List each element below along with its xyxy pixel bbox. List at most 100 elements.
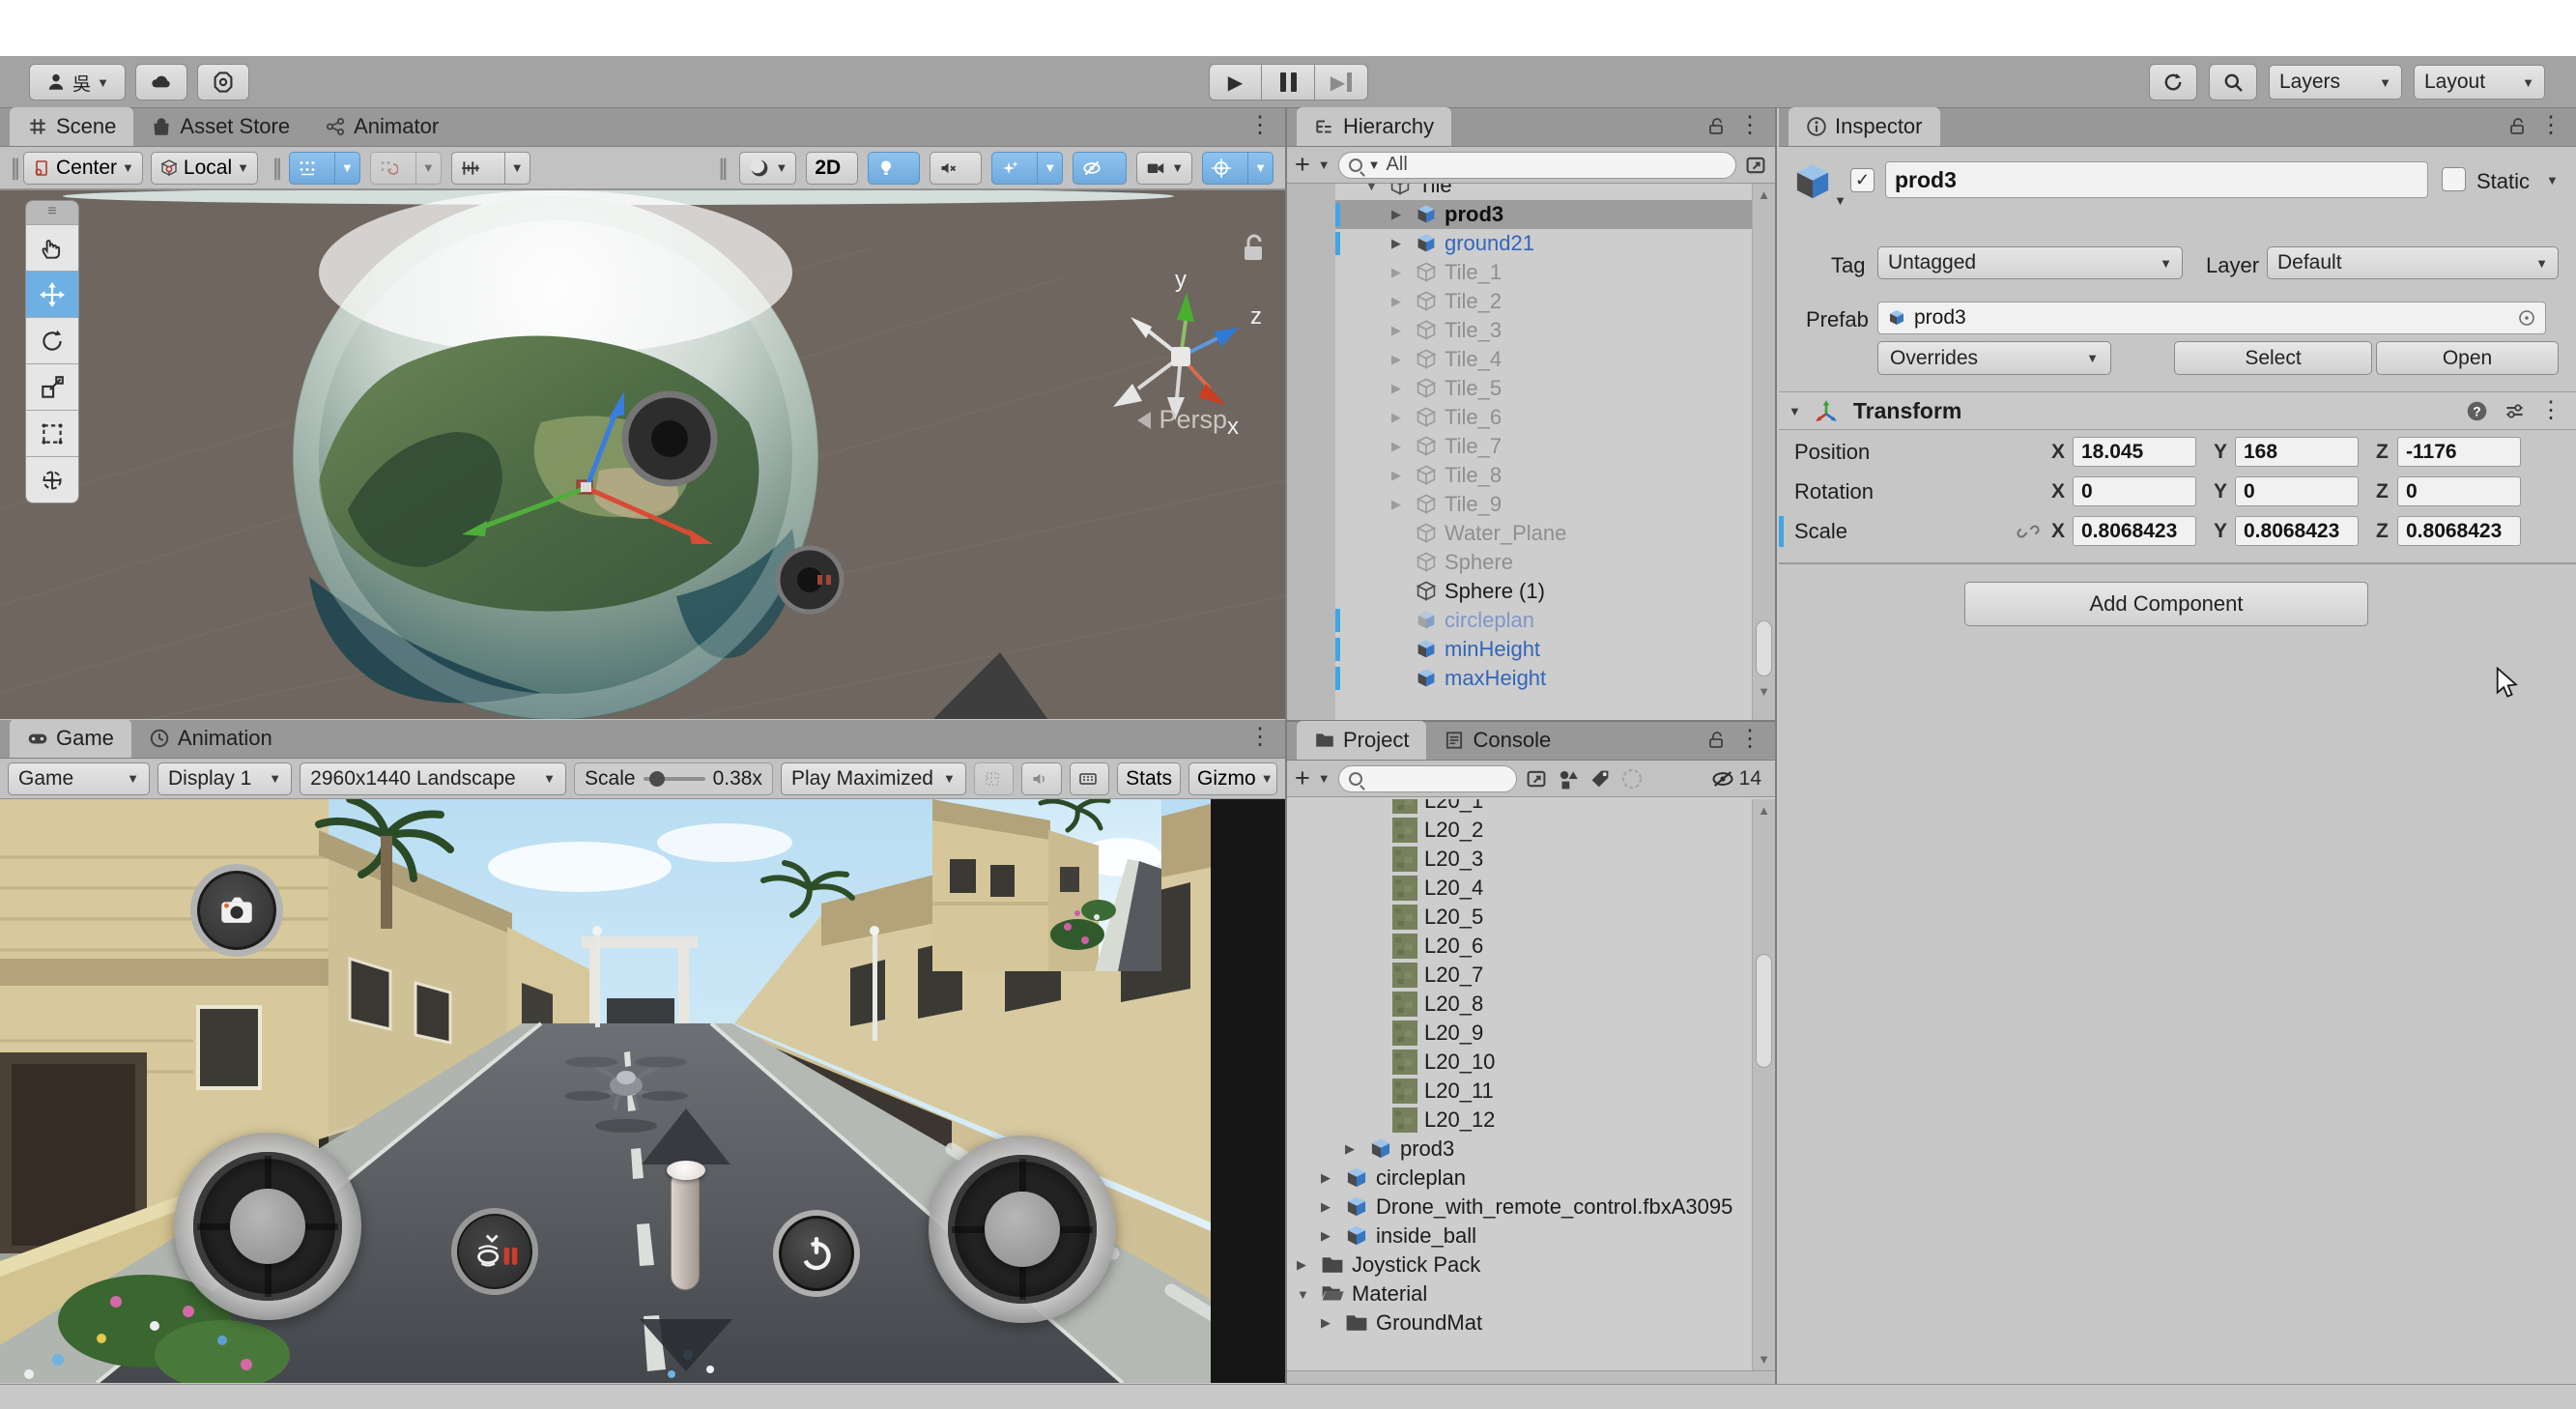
project-row[interactable]: L20_2 bbox=[1287, 816, 1775, 845]
space-mode-button[interactable]: Local▼ bbox=[151, 152, 258, 185]
scene-visibility-button[interactable] bbox=[1073, 152, 1127, 185]
expand-arrow-icon[interactable] bbox=[1391, 265, 1415, 280]
expand-arrow-icon[interactable] bbox=[1365, 184, 1388, 193]
expand-arrow-icon[interactable] bbox=[1391, 323, 1415, 338]
hierarchy-row[interactable]: prod3 bbox=[1335, 200, 1752, 229]
move-tool-button[interactable] bbox=[26, 271, 78, 317]
expand-arrow-icon[interactable] bbox=[1297, 1287, 1320, 1302]
power-button[interactable] bbox=[773, 1210, 860, 1297]
pivot-mode-button[interactable]: Center▼ bbox=[23, 152, 143, 185]
prefab-field[interactable]: prod3 bbox=[1877, 302, 2546, 334]
tab[interactable]: Scene bbox=[10, 107, 133, 146]
hierarchy-row[interactable]: Tile bbox=[1335, 184, 1752, 200]
lock-icon[interactable] bbox=[1707, 117, 1725, 136]
tab[interactable]: Animation bbox=[131, 719, 290, 758]
grid-snap-dropdown[interactable]: ▼ bbox=[335, 152, 360, 185]
effects-toggle-button[interactable] bbox=[991, 152, 1038, 185]
create-asset-dropdown[interactable]: ▼ bbox=[1318, 772, 1331, 785]
maximize-dropdown[interactable]: Play Maximized▼ bbox=[781, 762, 966, 795]
search-by-label-icon[interactable] bbox=[1589, 767, 1612, 791]
expand-arrow-icon[interactable] bbox=[1321, 1170, 1344, 1186]
right-joystick[interactable] bbox=[929, 1136, 1116, 1323]
rotation-x-field[interactable]: 0 bbox=[2073, 476, 2196, 506]
presets-icon[interactable] bbox=[2504, 400, 2526, 422]
hierarchy-row[interactable]: Tile_7 bbox=[1335, 432, 1752, 461]
project-row[interactable]: L20_12 bbox=[1287, 1106, 1775, 1135]
active-checkbox[interactable]: ✓ bbox=[1850, 168, 1875, 192]
hand-tool-button[interactable] bbox=[26, 224, 78, 271]
transform-tool-button[interactable] bbox=[26, 456, 78, 503]
tab[interactable]: Animator bbox=[307, 107, 456, 146]
search-by-type-icon[interactable] bbox=[1556, 766, 1581, 791]
joystick-knob[interactable] bbox=[230, 1189, 305, 1264]
project-scrollbar[interactable]: ▲ ▼ bbox=[1752, 799, 1775, 1370]
project-row[interactable]: circleplan bbox=[1287, 1164, 1775, 1193]
static-dropdown[interactable]: ▼ bbox=[2546, 174, 2559, 187]
step-button[interactable]: ▶ bbox=[1315, 64, 1368, 101]
mute-audio-button[interactable] bbox=[1021, 762, 1061, 795]
2d-toggle-button[interactable]: 2D bbox=[806, 152, 858, 185]
rect-tool-button[interactable] bbox=[26, 410, 78, 456]
expand-arrow-icon[interactable] bbox=[1391, 352, 1415, 367]
rotation-z-field[interactable]: 0 bbox=[2397, 476, 2521, 506]
joystick-knob[interactable] bbox=[985, 1192, 1060, 1267]
tab[interactable]: Asset Store bbox=[133, 107, 307, 146]
tab[interactable]: Console bbox=[1426, 721, 1568, 760]
game-gizmos-button[interactable]: Gizmo▼ bbox=[1188, 762, 1277, 795]
stats-button[interactable]: Stats bbox=[1117, 762, 1181, 795]
link-broken-icon[interactable] bbox=[2017, 520, 2051, 543]
lock-icon[interactable] bbox=[1707, 731, 1725, 750]
expand-arrow-icon[interactable] bbox=[1345, 1141, 1368, 1157]
kebab-icon[interactable]: ⋮ bbox=[2539, 114, 2562, 137]
game-viewport[interactable] bbox=[0, 799, 1285, 1383]
pause-button[interactable] bbox=[1262, 64, 1315, 101]
project-row[interactable]: prod3 bbox=[1287, 1135, 1775, 1164]
metrics-button[interactable] bbox=[1070, 762, 1109, 795]
expand-arrow-icon[interactable] bbox=[1321, 1199, 1344, 1215]
vsync-button[interactable] bbox=[974, 762, 1014, 795]
project-search-input[interactable] bbox=[1338, 765, 1517, 792]
project-row[interactable]: Joystick Pack bbox=[1287, 1251, 1775, 1280]
target-picker-icon[interactable] bbox=[2517, 308, 2536, 328]
add-component-button[interactable]: Add Component bbox=[1964, 582, 2368, 626]
kebab-icon[interactable]: ⋮ bbox=[1738, 114, 1761, 137]
perspective-label[interactable]: Persp bbox=[1137, 405, 1227, 435]
toolstrip-handle[interactable]: ≡ bbox=[26, 201, 78, 224]
hierarchy-row[interactable]: Tile_3 bbox=[1335, 316, 1752, 345]
expand-arrow-icon[interactable] bbox=[1391, 236, 1415, 251]
project-row[interactable]: inside_ball bbox=[1287, 1222, 1775, 1251]
project-row[interactable]: L20_10 bbox=[1287, 1048, 1775, 1077]
scrollbar-thumb[interactable] bbox=[1756, 620, 1772, 676]
position-z-field[interactable]: -1176 bbox=[2397, 437, 2521, 467]
lighting-toggle-button[interactable] bbox=[868, 152, 920, 185]
scrollbar-thumb[interactable] bbox=[1756, 954, 1772, 1068]
layout-dropdown[interactable]: Layout▼ bbox=[2414, 65, 2545, 100]
search-button[interactable] bbox=[2209, 64, 2257, 101]
hierarchy-scrollbar[interactable]: ▲ ▼ bbox=[1752, 184, 1775, 720]
project-row[interactable]: GroundMat bbox=[1287, 1308, 1775, 1337]
scale-tool-button[interactable] bbox=[26, 363, 78, 410]
project-row[interactable]: Drone_with_remote_control.fbxA3095 bbox=[1287, 1193, 1775, 1222]
hierarchy-row[interactable]: Tile_4 bbox=[1335, 345, 1752, 374]
rotation-y-field[interactable]: 0 bbox=[2235, 476, 2359, 506]
play-button[interactable]: ▶ bbox=[1209, 64, 1262, 101]
expand-arrow-icon[interactable] bbox=[1391, 294, 1415, 309]
hierarchy-row[interactable]: Tile_5 bbox=[1335, 374, 1752, 403]
scroll-up-icon[interactable]: ▲ bbox=[1753, 187, 1775, 202]
scale-x-field[interactable]: 0.8068423 bbox=[2073, 516, 2196, 546]
expand-arrow-icon[interactable] bbox=[1391, 497, 1415, 512]
tab[interactable]: Game bbox=[10, 719, 131, 758]
expand-arrow-icon[interactable] bbox=[1321, 1228, 1344, 1244]
expand-arrow-icon[interactable] bbox=[1391, 381, 1415, 396]
kebab-icon[interactable]: ⋮ bbox=[1738, 728, 1761, 751]
handle-icon[interactable]: ∥ bbox=[8, 156, 23, 181]
create-asset-button[interactable]: + bbox=[1295, 765, 1310, 791]
create-button[interactable]: + bbox=[1295, 152, 1310, 178]
throttle-down-arrow[interactable] bbox=[640, 1319, 732, 1371]
expand-arrow-icon[interactable] bbox=[1391, 468, 1415, 483]
scroll-down-icon[interactable]: ▼ bbox=[1753, 684, 1775, 699]
hierarchy-row[interactable]: maxHeight bbox=[1335, 664, 1752, 693]
project-row[interactable]: L20_1 bbox=[1287, 799, 1775, 816]
transform-header[interactable]: ▼ Transform ? ⋮ bbox=[1779, 391, 2576, 430]
hierarchy-row[interactable]: Water_Plane bbox=[1335, 519, 1752, 548]
